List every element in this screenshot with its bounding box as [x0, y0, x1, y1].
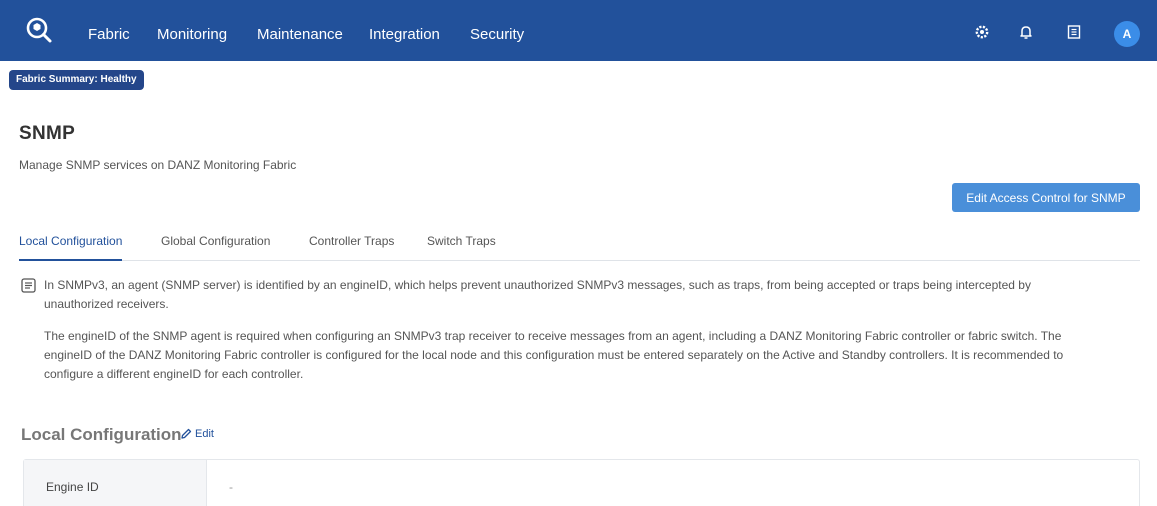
- info-paragraph-1-line-1: In SNMPv3, an agent (SNMP server) is ide…: [44, 278, 1031, 292]
- nav-item-fabric[interactable]: Fabric: [88, 26, 130, 44]
- nav-item-integration[interactable]: Integration: [369, 26, 440, 44]
- info-note-icon: [21, 278, 36, 293]
- local-configuration-heading: Local Configuration: [21, 425, 182, 444]
- app-logo-icon[interactable]: [25, 16, 53, 44]
- tab-bar: Local Configuration Global Configuration…: [19, 234, 1140, 261]
- tab-local-configuration[interactable]: Local Configuration: [19, 234, 123, 261]
- local-configuration-table: Engine ID -: [23, 459, 1140, 506]
- info-paragraph-1-line-2: unauthorized receivers.: [44, 297, 169, 311]
- tab-switch-traps[interactable]: Switch Traps: [427, 234, 496, 261]
- nav-item-monitoring[interactable]: Monitoring: [157, 26, 227, 44]
- page-subtitle: Manage SNMP services on DANZ Monitoring …: [19, 158, 297, 172]
- pencil-icon: [181, 428, 192, 439]
- user-avatar[interactable]: A: [1114, 21, 1140, 47]
- edit-local-configuration-link[interactable]: Edit: [180, 428, 214, 440]
- nav-item-security[interactable]: Security: [470, 26, 524, 44]
- page-title: SNMP: [19, 123, 76, 144]
- tab-global-configuration[interactable]: Global Configuration: [161, 234, 270, 261]
- gear-icon[interactable]: [973, 23, 991, 41]
- tab-controller-traps[interactable]: Controller Traps: [309, 234, 394, 261]
- info-paragraph-2-line-1: The engineID of the SNMP agent is requir…: [44, 329, 1062, 343]
- document-icon[interactable]: [1065, 23, 1083, 41]
- engine-id-value: -: [229, 480, 233, 494]
- info-paragraph-2-line-2: engineID of the DANZ Monitoring Fabric c…: [44, 348, 1064, 362]
- edit-link-label: Edit: [195, 428, 214, 440]
- top-navigation-bar: Fabric Monitoring Maintenance Integratio…: [0, 0, 1157, 61]
- table-label-cell: Engine ID: [24, 460, 207, 506]
- info-paragraph-2-line-3: configure a different engineID for each …: [44, 367, 304, 381]
- nav-item-maintenance[interactable]: Maintenance: [257, 26, 343, 44]
- engine-id-label: Engine ID: [46, 480, 99, 494]
- fabric-summary-badge[interactable]: Fabric Summary: Healthy: [9, 70, 144, 90]
- bell-icon[interactable]: [1017, 23, 1035, 41]
- edit-access-control-button[interactable]: Edit Access Control for SNMP: [952, 183, 1140, 212]
